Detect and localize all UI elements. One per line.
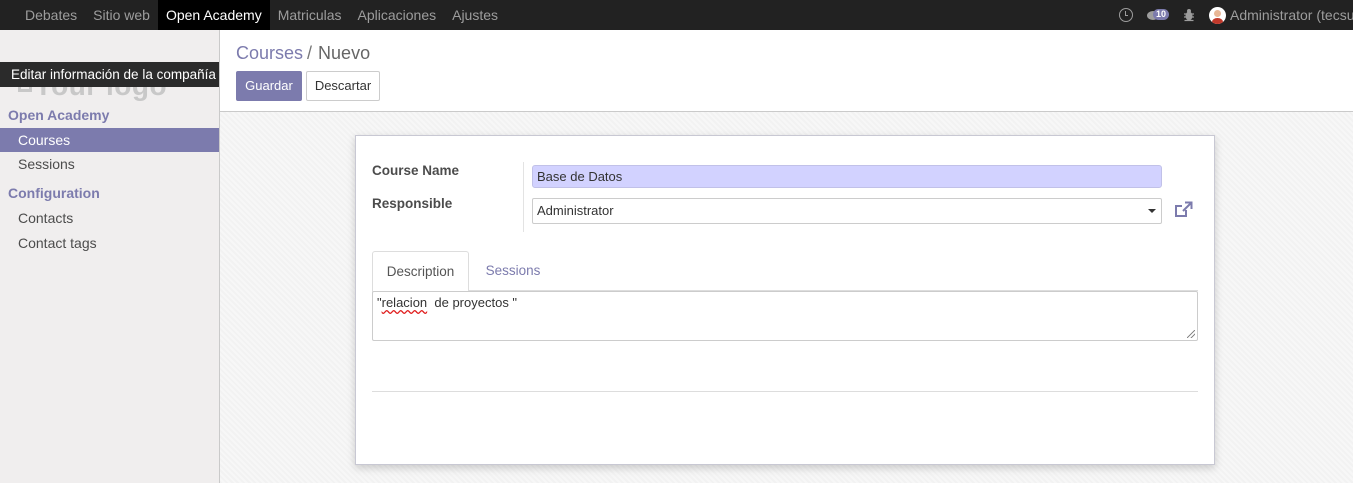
external-link-icon[interactable] — [1173, 201, 1193, 219]
course-name-label: Course Name — [372, 163, 460, 178]
course-name-input[interactable]: Base de Datos — [532, 165, 1162, 188]
form-divider — [372, 391, 1198, 392]
caret-down-icon[interactable] — [1148, 209, 1156, 213]
app-sidebar: Your logo Editar información de la compa… — [0, 30, 220, 483]
responsible-value: Administrator — [537, 203, 614, 218]
sidebar-menu: Open Academy Courses Sessions Configurat… — [0, 103, 219, 255]
description-misspelled-word: relacion — [381, 295, 428, 310]
company-logo[interactable]: Your logo Editar información de la compa… — [0, 44, 219, 101]
breadcrumb-courses[interactable]: Courses — [236, 43, 303, 63]
menu-sitio-web[interactable]: Sitio web — [85, 0, 158, 30]
menu-aplicaciones[interactable]: Aplicaciones — [350, 0, 445, 30]
description-rest: de proyectos " — [427, 295, 518, 310]
menu-ajustes[interactable]: Ajustes — [444, 0, 506, 30]
responsible-label: Responsible — [372, 196, 453, 211]
save-button[interactable]: Guardar — [236, 71, 302, 101]
notebook-tabs: Description Sessions — [372, 251, 1198, 292]
top-navbar: Debates Sitio web Open Academy Matricula… — [0, 0, 1353, 30]
breadcrumb: Courses / Nuevo — [236, 43, 370, 64]
section-open-academy[interactable]: Open Academy — [0, 103, 219, 128]
tab-description[interactable]: Description — [372, 251, 469, 292]
menu-debates[interactable]: Debates — [17, 0, 85, 30]
messaging-button[interactable]: 10 — [1147, 8, 1170, 22]
breadcrumb-separator: / — [307, 43, 313, 63]
user-menu[interactable]: Administrator (tecsup — [1230, 7, 1353, 23]
description-textarea[interactable]: "relacion de proyectos " — [372, 291, 1198, 341]
edit-company-tooltip: Editar información de la compañía — [0, 62, 219, 87]
main-menu: Debates Sitio web Open Academy Matricula… — [0, 0, 506, 30]
debug-bug-icon[interactable] — [1183, 8, 1195, 22]
sidebar-item-contact-tags[interactable]: Contact tags — [0, 231, 219, 255]
menu-matriculas[interactable]: Matriculas — [270, 0, 350, 30]
responsible-select[interactable]: Administrator — [532, 198, 1162, 224]
menu-open-academy[interactable]: Open Academy — [157, 0, 270, 30]
form-sheet: Course Name Responsible Base de Datos Ad… — [355, 135, 1215, 465]
label-divider — [523, 162, 524, 232]
breadcrumb-current: Nuevo — [318, 43, 371, 63]
sidebar-item-contacts[interactable]: Contacts — [0, 206, 219, 230]
messages-count-badge: 10 — [1153, 9, 1170, 20]
sidebar-item-courses[interactable]: Courses — [0, 128, 219, 152]
user-avatar[interactable] — [1209, 6, 1226, 24]
form-view: Course Name Responsible Base de Datos Ad… — [220, 112, 1353, 483]
sidebar-item-sessions[interactable]: Sessions — [0, 152, 219, 176]
discard-button[interactable]: Descartar — [306, 71, 380, 101]
section-configuration[interactable]: Configuration — [0, 181, 219, 206]
tab-sessions[interactable]: Sessions — [469, 251, 557, 292]
activity-clock-icon[interactable] — [1119, 8, 1133, 22]
resize-handle-icon[interactable] — [1187, 330, 1195, 338]
systray: 10 Administrator (tecsup — [1119, 0, 1353, 30]
control-panel: Courses / Nuevo Guardar Descartar — [220, 30, 1353, 112]
